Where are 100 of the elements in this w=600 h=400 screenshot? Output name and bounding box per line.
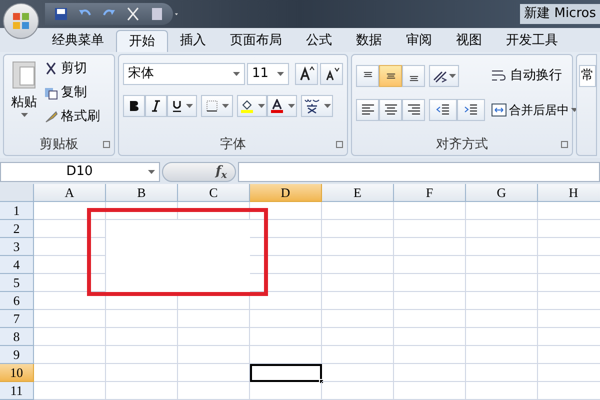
italic-button[interactable] <box>145 95 167 117</box>
row-header[interactable]: 10 <box>0 364 34 382</box>
cell[interactable] <box>34 256 106 274</box>
row-header[interactable]: 3 <box>0 238 34 256</box>
cell[interactable] <box>394 310 466 328</box>
row-header[interactable]: 2 <box>0 220 34 238</box>
merge-center-button[interactable]: 合并后居中 <box>491 99 578 121</box>
row-header[interactable]: 5 <box>0 274 34 292</box>
ribbon-tab[interactable]: 开发工具 <box>494 30 570 52</box>
horizontal-align-button[interactable] <box>402 99 425 121</box>
column-header[interactable]: G <box>466 184 538 202</box>
phonetic-button[interactable] <box>301 95 333 117</box>
ribbon-tab[interactable]: 经典菜单 <box>40 30 116 52</box>
column-header[interactable]: H <box>538 184 600 202</box>
cell[interactable] <box>466 382 538 400</box>
ribbon-tab[interactable]: 页面布局 <box>218 30 294 52</box>
ribbon-tab[interactable]: 审阅 <box>394 30 444 52</box>
cell[interactable] <box>34 310 106 328</box>
cell[interactable] <box>250 274 322 292</box>
cell[interactable] <box>34 346 106 364</box>
cell[interactable] <box>250 256 322 274</box>
ribbon-tab[interactable]: 视图 <box>444 30 494 52</box>
row-header[interactable]: 4 <box>0 256 34 274</box>
row-header[interactable]: 6 <box>0 292 34 310</box>
cell[interactable] <box>322 310 394 328</box>
cell[interactable] <box>322 274 394 292</box>
column-header[interactable]: E <box>322 184 394 202</box>
cell[interactable] <box>34 220 106 238</box>
wrap-text-button[interactable]: 自动换行 <box>491 65 562 87</box>
dialog-launcher-icon[interactable] <box>103 141 110 148</box>
ribbon-tab[interactable]: 插入 <box>168 30 218 52</box>
vertical-align-button[interactable] <box>356 65 379 87</box>
cell[interactable] <box>466 220 538 238</box>
cell[interactable] <box>34 202 106 220</box>
cell[interactable] <box>322 202 394 220</box>
cell[interactable] <box>322 292 394 310</box>
fill-color-button[interactable] <box>237 95 267 117</box>
active-cell[interactable] <box>250 364 322 382</box>
horizontal-align-button[interactable] <box>356 99 379 121</box>
bold-button[interactable] <box>123 95 145 117</box>
cell[interactable] <box>106 310 178 328</box>
cell[interactable] <box>34 328 106 346</box>
name-box[interactable]: D10 <box>0 162 160 182</box>
cell[interactable] <box>178 346 250 364</box>
cell[interactable] <box>466 202 538 220</box>
cell[interactable] <box>34 238 106 256</box>
copy-button[interactable]: 复制 <box>44 83 100 103</box>
ribbon-tab[interactable]: 开始 <box>116 30 168 52</box>
cell[interactable] <box>394 274 466 292</box>
cell[interactable] <box>394 238 466 256</box>
cell[interactable] <box>178 382 250 400</box>
column-header[interactable]: F <box>394 184 466 202</box>
font-size-field[interactable]: 11 <box>246 63 290 85</box>
cell[interactable] <box>466 346 538 364</box>
cell[interactable] <box>106 202 178 220</box>
vertical-align-button[interactable] <box>379 65 402 87</box>
dialog-launcher-icon[interactable] <box>336 141 343 148</box>
insert-function-button[interactable]: f$_{x}$ <box>216 162 227 182</box>
cell[interactable] <box>250 292 322 310</box>
font-color-button[interactable] <box>267 95 297 117</box>
cell[interactable] <box>250 346 322 364</box>
cell[interactable] <box>178 328 250 346</box>
cell[interactable] <box>466 256 538 274</box>
office-button[interactable] <box>3 3 39 39</box>
cell[interactable] <box>394 382 466 400</box>
cell[interactable] <box>250 238 322 256</box>
cell[interactable] <box>322 382 394 400</box>
formula-input-field[interactable] <box>238 162 600 182</box>
borders-button[interactable] <box>201 95 233 117</box>
cell[interactable] <box>322 346 394 364</box>
cell[interactable] <box>322 256 394 274</box>
cell[interactable] <box>106 328 178 346</box>
increase-indent-button[interactable] <box>457 99 485 121</box>
fill-handle[interactable] <box>319 379 324 384</box>
format-painter-button[interactable]: 格式刷 <box>44 107 100 127</box>
decrease-indent-button[interactable] <box>429 99 457 121</box>
orientation-button[interactable] <box>429 65 459 87</box>
cell[interactable] <box>466 328 538 346</box>
cell[interactable] <box>106 382 178 400</box>
cell[interactable] <box>394 328 466 346</box>
grow-font-button[interactable] <box>295 63 318 85</box>
cell[interactable] <box>106 346 178 364</box>
column-header[interactable]: B <box>106 184 178 202</box>
cell[interactable] <box>466 310 538 328</box>
shrink-font-button[interactable] <box>320 63 343 85</box>
cell[interactable] <box>250 328 322 346</box>
column-header[interactable]: C <box>178 184 250 202</box>
scissors-icon[interactable] <box>125 6 141 22</box>
cell[interactable] <box>178 364 250 382</box>
ribbon-tab[interactable]: 数据 <box>344 30 394 52</box>
row-header[interactable]: 9 <box>0 346 34 364</box>
cell[interactable] <box>322 364 394 382</box>
cell[interactable] <box>250 310 322 328</box>
cell[interactable] <box>34 382 106 400</box>
cell[interactable] <box>322 238 394 256</box>
cell[interactable] <box>394 292 466 310</box>
cell[interactable] <box>394 346 466 364</box>
cell[interactable] <box>34 364 106 382</box>
row-header[interactable]: 7 <box>0 310 34 328</box>
cell[interactable] <box>250 220 322 238</box>
